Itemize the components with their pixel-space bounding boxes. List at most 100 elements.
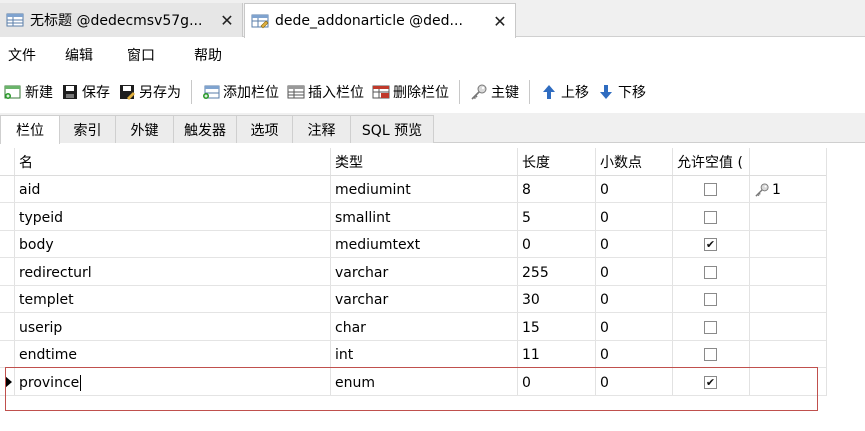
allow-null-checkbox[interactable] [704, 348, 717, 361]
field-decimals-cell-value: 0 [600, 209, 609, 226]
field-name-cell-value: redirecturl [19, 264, 92, 281]
field-type-cell[interactable]: mediumtext [330, 231, 517, 258]
field-decimals-cell[interactable]: 0 [595, 231, 672, 258]
table-row[interactable]: aid mediumint 8 0 1 [0, 176, 826, 203]
tab-options[interactable]: 选项 [236, 115, 293, 143]
primary-key-cell[interactable] [749, 259, 826, 286]
add-column-label: 添加栏位 [223, 85, 279, 101]
allow-null-cell[interactable]: ✔ [672, 231, 749, 258]
save-icon [63, 85, 77, 99]
save-as-button[interactable]: 另存为 [114, 77, 185, 107]
menu-window[interactable]: 窗口 [123, 45, 155, 65]
menu-bar: 文件 编辑 窗口 帮助 [0, 38, 865, 72]
allow-null-cell[interactable] [672, 341, 749, 368]
primary-key-button[interactable]: 主键 [466, 77, 523, 107]
field-length-cell[interactable]: 255 [517, 259, 595, 286]
field-length-cell[interactable]: 15 [517, 314, 595, 341]
toolbar: 新建 保存 另存为 添加栏位 插入栏位 删除栏位 主键 上移 下移 [0, 73, 865, 111]
table-row[interactable]: endtime int 11 0 [0, 341, 826, 368]
tab-dede-addonarticle[interactable]: dede_addonarticle @ded... ✕ [244, 3, 516, 38]
primary-key-cell[interactable] [749, 314, 826, 341]
allow-null-checkbox[interactable] [704, 183, 717, 196]
field-name-cell-value: endtime [19, 346, 78, 363]
field-length-cell[interactable]: 11 [517, 341, 595, 368]
field-name-cell[interactable]: userip [14, 314, 330, 341]
close-icon[interactable]: ✕ [491, 12, 509, 31]
header-name[interactable]: 名 [14, 148, 330, 175]
table-row[interactable]: redirecturl varchar 255 0 [0, 259, 826, 286]
save-button[interactable]: 保存 [57, 77, 114, 107]
field-type-cell[interactable]: int [330, 341, 517, 368]
field-length-cell[interactable]: 30 [517, 286, 595, 313]
field-length-cell[interactable]: 0 [517, 231, 595, 258]
add-column-button[interactable]: 添加栏位 [198, 77, 283, 107]
header-length[interactable]: 长度 [517, 148, 595, 175]
allow-null-cell[interactable] [672, 176, 749, 203]
selection-highlight [5, 367, 818, 411]
allow-null-checkbox[interactable] [704, 321, 717, 334]
header-type[interactable]: 类型 [330, 148, 517, 175]
close-icon[interactable]: ✕ [218, 11, 236, 30]
field-length-cell[interactable]: 5 [517, 204, 595, 231]
header-key[interactable] [749, 148, 826, 175]
tab-sql-preview[interactable]: SQL 预览 [350, 115, 434, 143]
field-name-cell[interactable]: templet [14, 286, 330, 313]
tab-comment[interactable]: 注释 [292, 115, 351, 143]
tab-untitled-query[interactable]: 无标题 @dedecmsv57g... ✕ [0, 3, 243, 37]
field-type-cell[interactable]: varchar [330, 259, 517, 286]
field-name-cell[interactable]: typeid [14, 204, 330, 231]
field-type-cell-value: smallint [335, 209, 391, 226]
table-grid-icon [6, 13, 24, 27]
insert-column-label: 插入栏位 [308, 85, 364, 101]
field-decimals-cell[interactable]: 0 [595, 286, 672, 313]
field-decimals-cell[interactable]: 0 [595, 176, 672, 203]
insert-column-button[interactable]: 插入栏位 [283, 77, 368, 107]
delete-column-button[interactable]: 删除栏位 [368, 77, 453, 107]
header-decimals[interactable]: 小数点 [595, 148, 672, 175]
primary-key-cell[interactable] [749, 286, 826, 313]
field-name-cell[interactable]: aid [14, 176, 330, 203]
field-name-cell[interactable]: endtime [14, 341, 330, 368]
field-decimals-cell[interactable]: 0 [595, 341, 672, 368]
table-row[interactable]: templet varchar 30 0 [0, 286, 826, 313]
move-up-button[interactable]: 上移 [536, 77, 593, 107]
menu-file[interactable]: 文件 [4, 45, 36, 65]
save-as-label: 另存为 [139, 85, 181, 101]
tab-foreign-keys[interactable]: 外键 [115, 115, 174, 143]
field-type-cell[interactable]: char [330, 314, 517, 341]
table-row[interactable]: userip char 15 0 [0, 314, 826, 341]
menu-help[interactable]: 帮助 [190, 45, 222, 65]
field-type-cell[interactable]: varchar [330, 286, 517, 313]
table-row[interactable]: typeid smallint 5 0 [0, 204, 826, 231]
allow-null-cell[interactable] [672, 286, 749, 313]
header-allow-null[interactable]: 允许空值 ( [672, 148, 749, 175]
allow-null-checkbox[interactable] [704, 266, 717, 279]
allow-null-cell[interactable] [672, 204, 749, 231]
allow-null-checkbox[interactable] [704, 293, 717, 306]
field-type-cell[interactable]: mediumint [330, 176, 517, 203]
table-design-icon [251, 14, 269, 29]
menu-edit[interactable]: 编辑 [61, 45, 93, 65]
field-decimals-cell[interactable]: 0 [595, 259, 672, 286]
tab-triggers[interactable]: 触发器 [173, 115, 237, 143]
primary-key-cell[interactable] [749, 204, 826, 231]
tab-indexes[interactable]: 索引 [59, 115, 116, 143]
move-down-button[interactable]: 下移 [593, 77, 650, 107]
toolbar-separator [191, 80, 192, 104]
allow-null-cell[interactable] [672, 314, 749, 341]
table-row[interactable]: body mediumtext 0 0 ✔ [0, 231, 826, 258]
primary-key-cell[interactable] [749, 341, 826, 368]
field-name-cell[interactable]: body [14, 231, 330, 258]
new-button[interactable]: 新建 [0, 77, 57, 107]
primary-key-cell[interactable]: 1 [749, 176, 826, 203]
allow-null-cell[interactable] [672, 259, 749, 286]
primary-key-cell[interactable] [749, 231, 826, 258]
field-decimals-cell[interactable]: 0 [595, 314, 672, 341]
field-length-cell[interactable]: 8 [517, 176, 595, 203]
field-type-cell[interactable]: smallint [330, 204, 517, 231]
field-decimals-cell[interactable]: 0 [595, 204, 672, 231]
allow-null-checkbox[interactable] [704, 211, 717, 224]
allow-null-checkbox[interactable]: ✔ [704, 238, 717, 251]
field-name-cell[interactable]: redirecturl [14, 259, 330, 286]
tab-fields[interactable]: 栏位 [0, 115, 60, 144]
